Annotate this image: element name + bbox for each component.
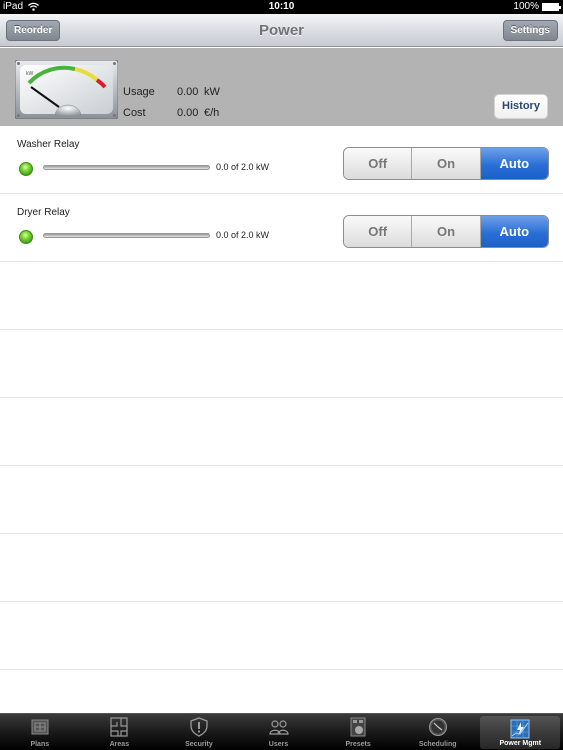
tab-label: Scheduling [418,741,457,748]
cost-label: Cost [123,107,146,119]
empty-row [0,466,563,534]
load-bar [43,165,210,170]
load-text: 0.0 of 2.0 kW [216,162,270,172]
tab-plans[interactable]: Plans [0,714,80,750]
power-gauge-icon: kW [15,60,118,119]
clock: 10:10 [268,1,295,12]
tab-label: Presets [345,741,371,748]
relay-name: Dryer Relay [17,207,70,218]
status-led-icon [19,162,33,176]
relay-name: Washer Relay [17,139,80,150]
areas-icon [110,717,128,737]
mode-auto-button[interactable]: Auto [480,216,548,247]
tab-presets[interactable]: Presets [318,714,398,750]
shield-icon [190,717,208,737]
settings-button[interactable]: Settings [502,20,558,41]
load-text: 0.0 of 2.0 kW [216,230,270,240]
empty-row [0,398,563,466]
clock-icon [428,718,447,736]
tab-power-mgmt[interactable]: Power Mgmt [480,716,561,749]
relay-row: Washer Relay 0.0 of 2.0 kW Off On Auto [0,126,563,194]
usage-label: Usage [123,86,155,98]
usage-value: 0.00 [177,86,199,98]
presets-icon [350,717,366,737]
empty-row [0,534,563,602]
tab-label: Areas [109,741,130,748]
mode-segmented-control: Off On Auto [343,147,549,180]
cost-unit: €/h [204,107,220,119]
empty-row [0,330,563,398]
tab-label: Power Mgmt [499,740,542,747]
battery: 100% [513,1,561,12]
tab-users[interactable]: Users [239,714,319,750]
mode-on-button[interactable]: On [412,148,481,179]
tab-areas[interactable]: Areas [80,714,160,750]
tab-label: Security [185,741,213,748]
svg-text:kW: kW [26,71,34,77]
mode-auto-button[interactable]: Auto [480,148,548,179]
power-summary: kW Usage 0.00 kW Cost 0.00 €/h History [0,48,563,126]
mode-off-button[interactable]: Off [344,148,413,179]
tab-bar: Plans Areas Security Users Presets Sched… [0,713,563,750]
mode-segmented-control: Off On Auto [343,215,549,248]
tab-label: Plans [30,741,50,748]
mode-on-button[interactable]: On [412,216,481,247]
battery-icon [542,2,561,11]
history-button[interactable]: History [494,94,548,119]
battery-percent: 100% [513,1,539,12]
page-title: Power [258,22,304,39]
relay-row: Dryer Relay 0.0 of 2.0 kW Off On Auto [0,194,563,262]
load-bar [43,233,210,238]
empty-row [0,262,563,330]
status-led-icon [19,230,33,244]
tab-scheduling[interactable]: Scheduling [398,714,478,750]
tab-label: Users [268,741,289,748]
relay-list: Washer Relay 0.0 of 2.0 kW Off On Auto D… [0,126,563,670]
usage-unit: kW [204,86,220,98]
cost-value: 0.00 [177,107,199,119]
mode-off-button[interactable]: Off [344,216,413,247]
tab-security[interactable]: Security [159,714,239,750]
status-bar: iPad 10:10 100% [0,0,563,14]
empty-row [0,602,563,670]
floor-plan-icon [31,719,49,735]
users-icon [268,720,289,735]
navigation-bar: Reorder Power Settings [0,14,563,47]
power-chart-icon [510,719,530,739]
